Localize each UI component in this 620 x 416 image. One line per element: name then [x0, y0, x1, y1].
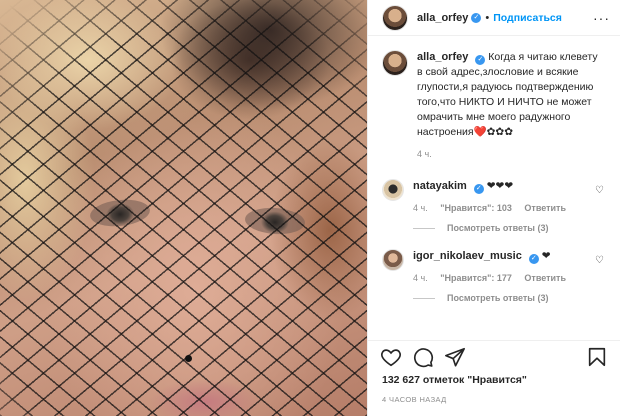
comment-text-block: natayakim ✓ ❤❤❤: [413, 179, 606, 194]
comment-likes[interactable]: "Нравится": 177: [440, 273, 512, 283]
comment-username[interactable]: natayakim: [413, 180, 467, 192]
comment-text: ❤❤❤: [486, 180, 514, 192]
author-avatar[interactable]: [382, 4, 408, 31]
commenter-avatar[interactable]: [382, 179, 404, 201]
author-username[interactable]: alla_orfey: [417, 12, 468, 24]
comment-time[interactable]: 4 ч.: [413, 273, 428, 283]
comment-time[interactable]: 4 ч.: [413, 203, 428, 213]
view-replies-label: Посмотреть ответы (3): [447, 293, 549, 303]
post-header: alla_orfey ✓ • Подписаться ···: [368, 0, 620, 36]
verified-icon: ✓: [473, 184, 484, 194]
caption-time[interactable]: 4 ч.: [417, 149, 432, 159]
reply-button[interactable]: Ответить: [524, 203, 566, 213]
reply-button[interactable]: Ответить: [524, 273, 566, 283]
view-replies-line: [413, 227, 435, 229]
post-photo[interactable]: [0, 0, 367, 416]
comment-text-block: igor_nikolaev_music ✓ ❤: [413, 249, 606, 264]
caption: alla_orfey ✓ Когда я читаю клевету в свой…: [368, 50, 620, 159]
follow-button[interactable]: Подписаться: [493, 12, 562, 24]
comment-meta: 4 ч. "Нравится": 103 Ответить: [413, 203, 606, 213]
post-sidebar: alla_orfey ✓ • Подписаться ··· alla_orfe…: [367, 0, 620, 416]
view-replies-line: [413, 297, 435, 299]
share-icon[interactable]: [444, 346, 466, 368]
header-separator: •: [485, 11, 490, 24]
comments-list: alla_orfey ✓ Когда я читаю клевету в свой…: [368, 50, 620, 303]
caption-text: Когда я читаю клевету в свой адрес,злосл…: [417, 51, 598, 138]
comment-like-heart-icon[interactable]: ♡: [595, 185, 604, 196]
comment-text: ❤: [541, 250, 551, 262]
comment-likes[interactable]: "Нравится": 103: [440, 203, 512, 213]
caption-text-block: alla_orfey ✓ Когда я читаю клевету в свой…: [417, 50, 606, 140]
verified-icon: ✓: [475, 55, 486, 65]
commenter-avatar[interactable]: [382, 249, 404, 271]
comment-item: natayakim ✓ ❤❤❤ 4 ч. "Нравится": 103 Отве…: [368, 179, 620, 213]
photo-veil-mesh: [0, 0, 367, 416]
caption-username[interactable]: alla_orfey: [417, 51, 468, 63]
comment-username[interactable]: igor_nikolaev_music: [413, 250, 522, 262]
view-replies-label: Посмотреть ответы (3): [447, 223, 549, 233]
caption-meta: 4 ч.: [417, 149, 606, 159]
comment-item: igor_nikolaev_music ✓ ❤ 4 ч. "Нравится": …: [368, 249, 620, 283]
more-options-icon[interactable]: ···: [593, 10, 610, 26]
likes-count[interactable]: 132 627 отметок "Нравится": [382, 374, 527, 386]
bookmark-icon[interactable]: [586, 346, 608, 368]
action-bar: [368, 340, 620, 372]
view-replies-button[interactable]: Посмотреть ответы (3): [413, 293, 620, 303]
comment-like-heart-icon[interactable]: ♡: [595, 255, 604, 266]
verified-icon: ✓: [471, 12, 482, 23]
post-timestamp[interactable]: 4 ЧАСОВ НАЗАД: [382, 395, 447, 404]
heart-icon[interactable]: [380, 346, 402, 368]
comment-meta: 4 ч. "Нравится": 177 Ответить: [413, 273, 606, 283]
view-replies-button[interactable]: Посмотреть ответы (3): [413, 223, 620, 233]
comment-icon[interactable]: [412, 346, 434, 368]
verified-icon: ✓: [528, 254, 539, 264]
caption-author-avatar[interactable]: [382, 50, 408, 76]
